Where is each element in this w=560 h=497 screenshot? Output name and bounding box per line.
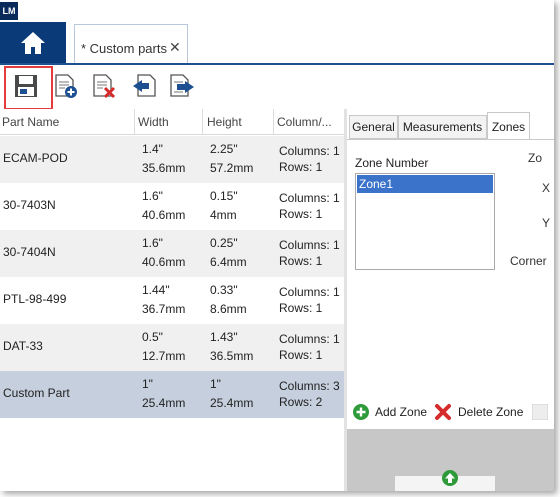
height-mm-cell: 25.4mm [210,396,254,410]
app-window: LM * Custom parts ✕ Part Name Width Heig… [0,0,554,491]
table-row[interactable]: PTL-98-499 1.44" 36.7mm 0.33" 8.6mm Colu… [0,277,344,324]
column-header-width[interactable]: Width [135,109,203,135]
width-in-cell: 1" [142,377,153,391]
width-in-cell: 1.6" [142,189,163,203]
part-name-cell: 30-7403N [3,198,56,212]
height-mm-cell: 6.4mm [210,255,247,269]
properties-panel: General Measurements Zones Zone Number Z… [347,109,554,491]
zone-list[interactable]: Zone1 [355,173,495,270]
home-button[interactable] [0,22,66,64]
zones-tab-content: Zone Number Zone1 Zo X Y Corner [347,139,554,401]
delete-part-icon [93,74,116,99]
part-name-cell: ECAM-POD [3,151,68,165]
add-zone-button-icon-wrap[interactable] [352,403,370,421]
export-button[interactable] [168,72,198,100]
export-icon [170,74,194,97]
title-bar: LM [0,0,554,22]
save-button[interactable] [12,72,42,100]
zone-preview-area [347,429,554,491]
up-arrow-icon[interactable] [441,469,459,487]
columns-cell: Columns: 3 [279,379,340,393]
tab-label: * Custom parts [81,41,167,56]
tab-measurements[interactable]: Measurements [398,115,487,139]
zone-field-label: Zo [528,151,543,165]
zone-actions: Add Zone Delete Zone [347,399,554,427]
table-row[interactable]: 30-7404N 1.6" 40.6mm 0.25" 6.4mm Columns… [0,230,344,277]
import-icon [133,74,156,97]
width-mm-cell: 35.6mm [142,161,186,175]
delete-zone-button-icon-wrap[interactable] [434,403,452,421]
height-mm-cell: 36.5mm [210,349,254,363]
add-icon [353,404,369,420]
import-button[interactable] [130,72,160,100]
columns-cell: Columns: 1 [279,191,340,205]
rows-cell: Rows: 1 [279,301,323,315]
zone-list-item[interactable]: Zone1 [357,175,493,193]
height-in-cell: 1" [210,377,221,391]
tab-general[interactable]: General [349,115,398,139]
grid-header: Part Name Width Height Column/... [0,109,344,135]
width-in-cell: 1.6" [142,236,163,250]
parts-grid: Part Name Width Height Column/... ECAM-P… [0,109,344,491]
columns-cell: Columns: 1 [279,238,340,252]
tab-bar: * Custom parts ✕ [0,22,554,64]
width-mm-cell: 36.7mm [142,302,186,316]
column-header-height[interactable]: Height [203,109,274,135]
rows-cell: Rows: 1 [279,160,323,174]
tab-zones[interactable]: Zones [487,112,530,140]
delete-part-button[interactable] [90,72,120,100]
columns-cell: Columns: 1 [279,332,340,346]
corner-field-label: Corner [510,254,547,268]
column-header-columns[interactable]: Column/... [274,109,344,135]
height-in-cell: 0.33" [210,283,238,297]
columns-cell: Columns: 1 [279,144,340,158]
copy-zone-icon[interactable] [532,404,548,420]
height-in-cell: 2.25" [210,142,238,156]
tab-custom-parts[interactable]: * Custom parts ✕ [74,24,188,64]
width-mm-cell: 40.6mm [142,255,186,269]
panel-tabs: General Measurements Zones [347,112,554,140]
width-in-cell: 0.5" [142,330,163,344]
part-name-cell: 30-7404N [3,245,56,259]
height-in-cell: 0.25" [210,236,238,250]
width-mm-cell: 40.6mm [142,208,186,222]
columns-cell: Columns: 1 [279,285,340,299]
rows-cell: Rows: 2 [279,395,323,409]
rows-cell: Rows: 1 [279,254,323,268]
add-part-button[interactable] [52,72,82,100]
height-mm-cell: 57.2mm [210,161,254,175]
height-mm-cell: 4mm [210,208,237,222]
part-name-cell: Custom Part [3,386,70,400]
delete-zone-button[interactable]: Delete Zone [458,405,523,419]
width-mm-cell: 12.7mm [142,349,186,363]
save-icon [15,75,37,97]
home-icon [21,32,45,54]
close-icon[interactable]: ✕ [169,39,181,56]
toolbar [0,65,554,110]
rows-cell: Rows: 1 [279,207,323,221]
delete-icon [435,404,451,420]
width-in-cell: 1.44" [142,283,170,297]
table-row[interactable]: ECAM-POD 1.4" 35.6mm 2.25" 57.2mm Column… [0,136,344,183]
rows-cell: Rows: 1 [279,348,323,362]
app-logo: LM [0,2,18,20]
table-row[interactable]: DAT-33 0.5" 12.7mm 1.43" 36.5mm Columns:… [0,324,344,371]
y-field-label: Y [542,216,551,230]
column-header-part-name[interactable]: Part Name [0,109,135,135]
height-mm-cell: 8.6mm [210,302,247,316]
table-row-selected[interactable]: Custom Part 1" 25.4mm 1" 25.4mm Columns:… [0,371,344,418]
width-mm-cell: 25.4mm [142,396,186,410]
part-name-cell: DAT-33 [3,339,43,353]
x-field-label: X [542,181,551,195]
width-in-cell: 1.4" [142,142,163,156]
add-zone-button[interactable]: Add Zone [375,405,427,419]
height-in-cell: 1.43" [210,330,238,344]
table-row[interactable]: 30-7403N 1.6" 40.6mm 0.15" 4mm Columns: … [0,183,344,230]
zone-number-label: Zone Number [355,156,429,170]
part-name-cell: PTL-98-499 [3,292,67,306]
add-part-icon [55,74,77,98]
height-in-cell: 0.15" [210,189,238,203]
